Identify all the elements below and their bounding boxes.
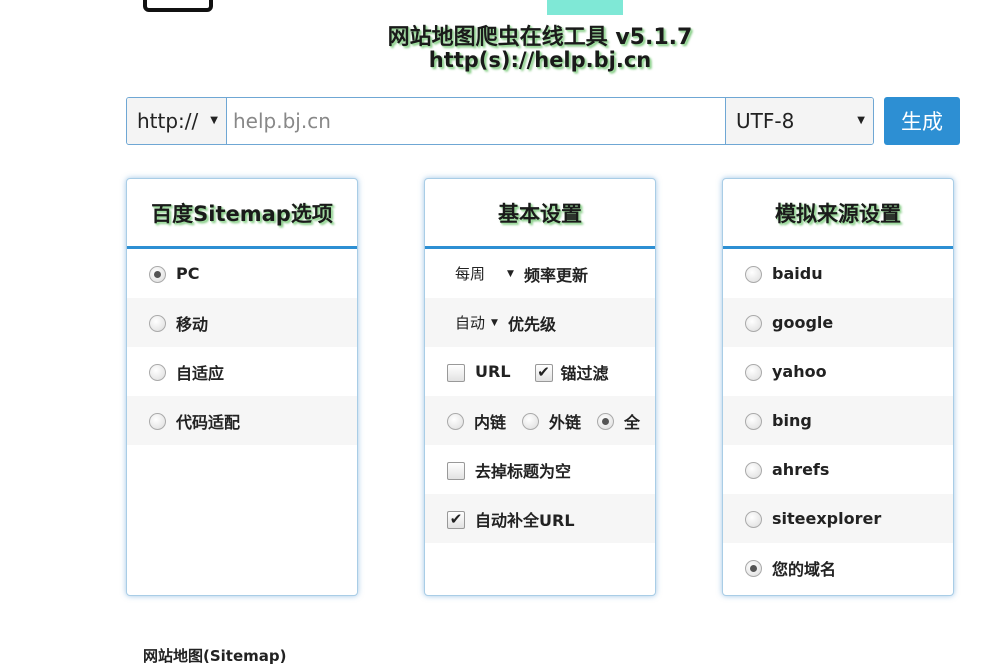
url-bar: http:// ▼ UTF-8 ▼ [126, 97, 874, 145]
option-label: 代码适配 [176, 412, 241, 432]
chevron-down-icon: ▼ [507, 268, 514, 279]
generate-button[interactable]: 生成 [884, 97, 960, 145]
source-option-ahrefs[interactable]: ahrefs [723, 445, 953, 494]
option-label: 移动 [176, 314, 209, 334]
priority-value: 自动 [455, 314, 486, 332]
all-label: 全 [624, 412, 641, 432]
source-option-your-domain[interactable]: 您的域名 [723, 543, 953, 592]
anchor-filter-label: 锚过滤 [560, 363, 609, 383]
strip-title-checkbox[interactable] [447, 461, 465, 480]
panel-title: 百度Sitemap选项 [127, 179, 357, 249]
priority-select[interactable]: 自动 ▼ [455, 312, 498, 333]
radio-google[interactable] [745, 315, 762, 332]
radio-responsive[interactable] [149, 364, 166, 381]
internal-label: 内链 [474, 412, 507, 432]
checkmark-icon: ✔ [537, 363, 550, 381]
source-option-siteexplorer[interactable]: siteexplorer [723, 494, 953, 543]
option-code-adapt[interactable]: 代码适配 [127, 396, 357, 445]
encoding-value: UTF-8 [736, 109, 795, 133]
radio-bing[interactable] [745, 413, 762, 430]
sitemap-section-label: 网站地图(Sitemap) [143, 647, 287, 665]
radio-siteexplorer[interactable] [745, 511, 762, 528]
logo [143, 0, 213, 12]
protocol-select[interactable]: http:// ▼ [127, 98, 227, 144]
chevron-down-icon: ▼ [857, 115, 865, 126]
radio-your-domain[interactable] [745, 560, 762, 577]
frequency-label: 频率更新 [523, 265, 588, 285]
external-label: 外链 [549, 412, 582, 432]
option-label: baidu [772, 264, 823, 283]
option-label: 自适应 [176, 363, 225, 383]
encoding-select[interactable]: UTF-8 ▼ [725, 98, 873, 144]
autocomplete-row: ✔ 自动补全URL [425, 494, 655, 543]
priority-row: 自动 ▼ 优先级 [425, 298, 655, 347]
radio-internal[interactable] [447, 413, 464, 430]
option-label: 您的域名 [772, 559, 837, 579]
option-label: bing [772, 411, 812, 430]
option-mobile[interactable]: 移动 [127, 298, 357, 347]
chevron-down-icon: ▼ [491, 317, 498, 328]
basic-settings-panel: 基本设置 每周 ▼ 频率更新 自动 ▼ 优先级 URL ✔ 锚过滤 内链 外链 … [424, 178, 656, 596]
option-label: ahrefs [772, 460, 830, 479]
autocomplete-label: 自动补全URL [475, 510, 575, 530]
page-subtitle: http(s)://help.bj.cn [428, 48, 652, 72]
option-label: google [772, 313, 834, 332]
option-responsive[interactable]: 自适应 [127, 347, 357, 396]
option-label: siteexplorer [772, 509, 882, 528]
radio-mobile[interactable] [149, 315, 166, 332]
url-label: URL [475, 362, 511, 381]
source-option-baidu[interactable]: baidu [723, 249, 953, 298]
top-decoration-strip [547, 0, 623, 15]
checkmark-icon: ✔ [449, 510, 463, 528]
link-scope-row: 内链 外链 全 [425, 396, 655, 445]
protocol-value: http:// [137, 109, 199, 133]
strip-title-label: 去掉标题为空 [475, 461, 572, 481]
autocomplete-checkbox[interactable]: ✔ [447, 510, 465, 529]
frequency-select[interactable]: 每周 ▼ [455, 263, 514, 284]
panel-title: 基本设置 [425, 179, 655, 249]
radio-baidu[interactable] [745, 266, 762, 283]
radio-ahrefs[interactable] [745, 462, 762, 479]
radio-code-adapt[interactable] [149, 413, 166, 430]
radio-all[interactable] [597, 413, 615, 430]
source-option-yahoo[interactable]: yahoo [723, 347, 953, 396]
url-input[interactable] [227, 98, 725, 144]
option-label: yahoo [772, 362, 827, 381]
chevron-down-icon: ▼ [210, 115, 218, 126]
option-pc[interactable]: PC [127, 249, 357, 298]
page-title: 网站地图爬虫在线工具 v5.1.7 [387, 25, 693, 50]
radio-pc[interactable] [149, 266, 166, 283]
priority-label: 优先级 [507, 314, 556, 334]
source-settings-panel: 模拟来源设置 baidu google yahoo bing ahrefs si… [722, 178, 954, 596]
filter-row: URL ✔ 锚过滤 [425, 347, 655, 396]
radio-external[interactable] [522, 413, 540, 430]
frequency-row: 每周 ▼ 频率更新 [425, 249, 655, 298]
anchor-filter-checkbox[interactable]: ✔ [534, 363, 553, 382]
baidu-sitemap-panel: 百度Sitemap选项 PC 移动 自适应 代码适配 [126, 178, 358, 596]
radio-yahoo[interactable] [745, 364, 762, 381]
source-option-google[interactable]: google [723, 298, 953, 347]
frequency-value: 每周 [455, 265, 486, 283]
strip-title-row: 去掉标题为空 [425, 445, 655, 494]
option-label: PC [176, 264, 200, 283]
panel-title: 模拟来源设置 [723, 179, 953, 249]
source-option-bing[interactable]: bing [723, 396, 953, 445]
url-checkbox[interactable] [447, 363, 465, 382]
